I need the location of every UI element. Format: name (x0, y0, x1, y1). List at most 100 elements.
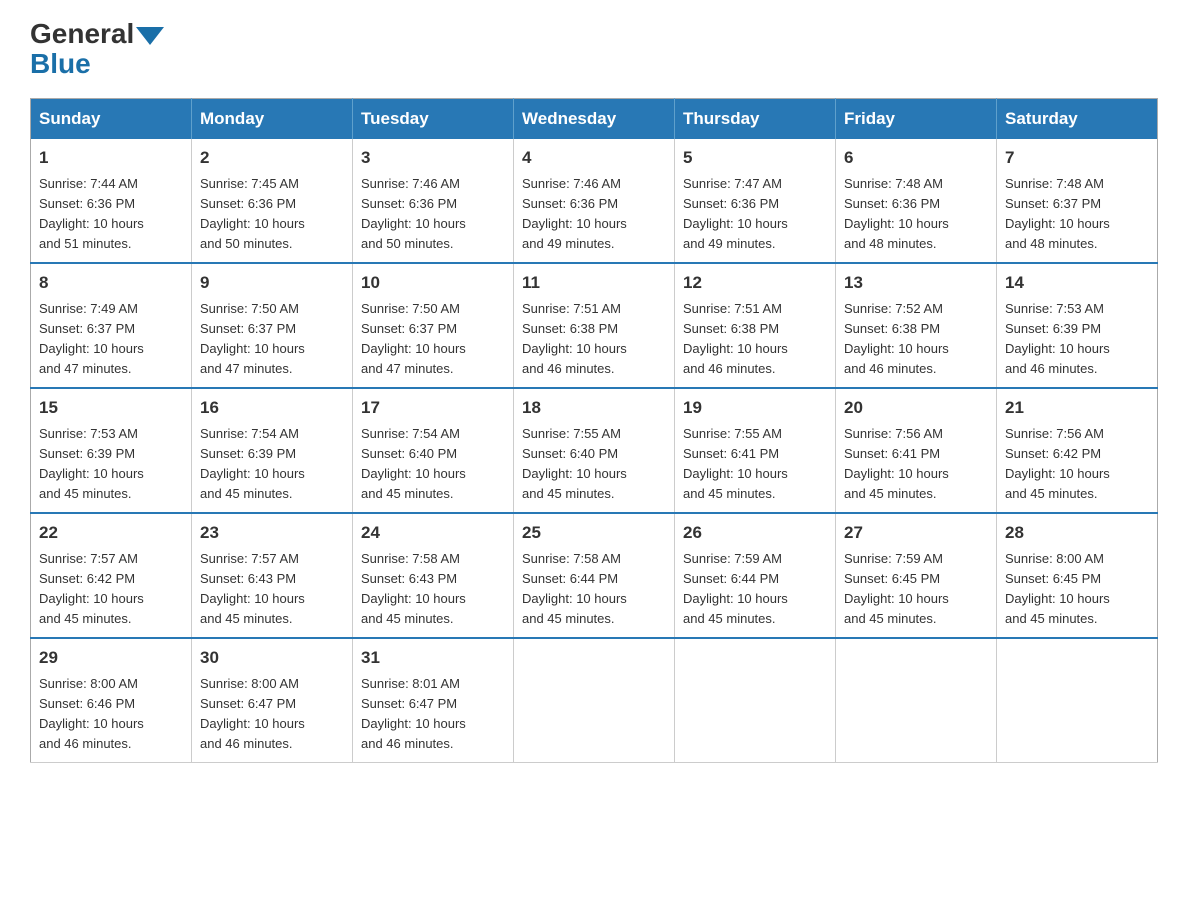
day-info: Sunrise: 7:52 AMSunset: 6:38 PMDaylight:… (844, 299, 988, 380)
day-number: 4 (522, 145, 666, 171)
day-info: Sunrise: 7:59 AMSunset: 6:45 PMDaylight:… (844, 549, 988, 630)
day-info: Sunrise: 7:48 AMSunset: 6:37 PMDaylight:… (1005, 174, 1149, 255)
day-info: Sunrise: 7:55 AMSunset: 6:41 PMDaylight:… (683, 424, 827, 505)
calendar-week-row: 8 Sunrise: 7:49 AMSunset: 6:37 PMDaylight… (31, 263, 1158, 388)
logo: General Blue (30, 20, 166, 80)
day-info: Sunrise: 7:55 AMSunset: 6:40 PMDaylight:… (522, 424, 666, 505)
calendar-day-cell: 4 Sunrise: 7:46 AMSunset: 6:36 PMDaylight… (514, 139, 675, 263)
calendar-week-row: 1 Sunrise: 7:44 AMSunset: 6:36 PMDaylight… (31, 139, 1158, 263)
calendar-day-cell: 17 Sunrise: 7:54 AMSunset: 6:40 PMDayligh… (353, 388, 514, 513)
calendar-day-cell: 3Sunrise: 7:46 AMSunset: 6:36 PMDaylight… (353, 139, 514, 263)
day-number: 7 (1005, 145, 1149, 171)
day-info: Sunrise: 8:01 AMSunset: 6:47 PMDaylight:… (361, 674, 505, 755)
calendar-day-cell: 11Sunrise: 7:51 AMSunset: 6:38 PMDayligh… (514, 263, 675, 388)
day-number: 26 (683, 520, 827, 546)
calendar-day-cell: 6 Sunrise: 7:48 AMSunset: 6:36 PMDaylight… (836, 139, 997, 263)
day-number: 1 (39, 145, 183, 171)
calendar-week-row: 22 Sunrise: 7:57 AMSunset: 6:42 PMDayligh… (31, 513, 1158, 638)
calendar-day-cell: 15 Sunrise: 7:53 AMSunset: 6:39 PMDayligh… (31, 388, 192, 513)
day-number: 5 (683, 145, 827, 171)
day-info: Sunrise: 7:54 AMSunset: 6:40 PMDaylight:… (361, 424, 505, 505)
calendar-day-cell: 2Sunrise: 7:45 AMSunset: 6:36 PMDaylight… (192, 139, 353, 263)
calendar-day-cell: 14 Sunrise: 7:53 AMSunset: 6:39 PMDayligh… (997, 263, 1158, 388)
calendar-day-cell: 24 Sunrise: 7:58 AMSunset: 6:43 PMDayligh… (353, 513, 514, 638)
day-info: Sunrise: 7:50 AMSunset: 6:37 PMDaylight:… (200, 299, 344, 380)
day-number: 22 (39, 520, 183, 546)
calendar-table: SundayMondayTuesdayWednesdayThursdayFrid… (30, 98, 1158, 763)
day-number: 25 (522, 520, 666, 546)
calendar-day-cell: 10Sunrise: 7:50 AMSunset: 6:37 PMDayligh… (353, 263, 514, 388)
calendar-week-row: 29Sunrise: 8:00 AMSunset: 6:46 PMDayligh… (31, 638, 1158, 763)
calendar-day-cell: 18 Sunrise: 7:55 AMSunset: 6:40 PMDayligh… (514, 388, 675, 513)
day-info: Sunrise: 7:57 AMSunset: 6:43 PMDaylight:… (200, 549, 344, 630)
calendar-day-cell: 5 Sunrise: 7:47 AMSunset: 6:36 PMDaylight… (675, 139, 836, 263)
logo-blue-text: Blue (30, 48, 91, 80)
day-info: Sunrise: 7:59 AMSunset: 6:44 PMDaylight:… (683, 549, 827, 630)
day-number: 19 (683, 395, 827, 421)
calendar-week-row: 15 Sunrise: 7:53 AMSunset: 6:39 PMDayligh… (31, 388, 1158, 513)
calendar-empty-cell (997, 638, 1158, 763)
calendar-day-cell: 26 Sunrise: 7:59 AMSunset: 6:44 PMDayligh… (675, 513, 836, 638)
day-info: Sunrise: 7:47 AMSunset: 6:36 PMDaylight:… (683, 174, 827, 255)
day-info: Sunrise: 7:53 AMSunset: 6:39 PMDaylight:… (1005, 299, 1149, 380)
weekday-header-friday: Friday (836, 99, 997, 140)
day-info: Sunrise: 7:51 AMSunset: 6:38 PMDaylight:… (683, 299, 827, 380)
day-info: Sunrise: 7:45 AMSunset: 6:36 PMDaylight:… (200, 174, 344, 255)
day-number: 30 (200, 645, 344, 671)
day-info: Sunrise: 7:56 AMSunset: 6:42 PMDaylight:… (1005, 424, 1149, 505)
weekday-header-saturday: Saturday (997, 99, 1158, 140)
day-number: 27 (844, 520, 988, 546)
calendar-day-cell: 1 Sunrise: 7:44 AMSunset: 6:36 PMDaylight… (31, 139, 192, 263)
day-number: 12 (683, 270, 827, 296)
day-number: 17 (361, 395, 505, 421)
day-number: 21 (1005, 395, 1149, 421)
day-info: Sunrise: 7:44 AMSunset: 6:36 PMDaylight:… (39, 174, 183, 255)
day-info: Sunrise: 7:54 AMSunset: 6:39 PMDaylight:… (200, 424, 344, 505)
calendar-day-cell: 29Sunrise: 8:00 AMSunset: 6:46 PMDayligh… (31, 638, 192, 763)
calendar-day-cell: 23 Sunrise: 7:57 AMSunset: 6:43 PMDayligh… (192, 513, 353, 638)
day-info: Sunrise: 7:57 AMSunset: 6:42 PMDaylight:… (39, 549, 183, 630)
day-info: Sunrise: 7:49 AMSunset: 6:37 PMDaylight:… (39, 299, 183, 380)
day-info: Sunrise: 7:53 AMSunset: 6:39 PMDaylight:… (39, 424, 183, 505)
day-number: 20 (844, 395, 988, 421)
calendar-day-cell: 30Sunrise: 8:00 AMSunset: 6:47 PMDayligh… (192, 638, 353, 763)
day-number: 18 (522, 395, 666, 421)
calendar-day-cell: 13 Sunrise: 7:52 AMSunset: 6:38 PMDayligh… (836, 263, 997, 388)
day-number: 6 (844, 145, 988, 171)
calendar-day-cell: 25Sunrise: 7:58 AMSunset: 6:44 PMDayligh… (514, 513, 675, 638)
day-number: 3 (361, 145, 505, 171)
calendar-day-cell: 20Sunrise: 7:56 AMSunset: 6:41 PMDayligh… (836, 388, 997, 513)
day-number: 31 (361, 645, 505, 671)
day-number: 24 (361, 520, 505, 546)
calendar-day-cell: 21 Sunrise: 7:56 AMSunset: 6:42 PMDayligh… (997, 388, 1158, 513)
weekday-header-sunday: Sunday (31, 99, 192, 140)
weekday-header-monday: Monday (192, 99, 353, 140)
day-info: Sunrise: 7:46 AMSunset: 6:36 PMDaylight:… (522, 174, 666, 255)
calendar-day-cell: 7 Sunrise: 7:48 AMSunset: 6:37 PMDaylight… (997, 139, 1158, 263)
calendar-empty-cell (836, 638, 997, 763)
day-number: 23 (200, 520, 344, 546)
day-number: 13 (844, 270, 988, 296)
day-number: 15 (39, 395, 183, 421)
weekday-header-thursday: Thursday (675, 99, 836, 140)
calendar-day-cell: 9 Sunrise: 7:50 AMSunset: 6:37 PMDaylight… (192, 263, 353, 388)
calendar-day-cell: 8 Sunrise: 7:49 AMSunset: 6:37 PMDaylight… (31, 263, 192, 388)
weekday-header-wednesday: Wednesday (514, 99, 675, 140)
calendar-day-cell: 16Sunrise: 7:54 AMSunset: 6:39 PMDayligh… (192, 388, 353, 513)
calendar-day-cell: 19 Sunrise: 7:55 AMSunset: 6:41 PMDayligh… (675, 388, 836, 513)
weekday-header-row: SundayMondayTuesdayWednesdayThursdayFrid… (31, 99, 1158, 140)
calendar-empty-cell (675, 638, 836, 763)
day-info: Sunrise: 7:51 AMSunset: 6:38 PMDaylight:… (522, 299, 666, 380)
day-number: 8 (39, 270, 183, 296)
day-info: Sunrise: 7:48 AMSunset: 6:36 PMDaylight:… (844, 174, 988, 255)
day-info: Sunrise: 8:00 AMSunset: 6:45 PMDaylight:… (1005, 549, 1149, 630)
day-info: Sunrise: 8:00 AMSunset: 6:46 PMDaylight:… (39, 674, 183, 755)
day-number: 28 (1005, 520, 1149, 546)
weekday-header-tuesday: Tuesday (353, 99, 514, 140)
page-header: General Blue (30, 20, 1158, 80)
day-number: 14 (1005, 270, 1149, 296)
calendar-day-cell: 12 Sunrise: 7:51 AMSunset: 6:38 PMDayligh… (675, 263, 836, 388)
calendar-day-cell: 28 Sunrise: 8:00 AMSunset: 6:45 PMDayligh… (997, 513, 1158, 638)
day-info: Sunrise: 7:58 AMSunset: 6:43 PMDaylight:… (361, 549, 505, 630)
day-number: 9 (200, 270, 344, 296)
